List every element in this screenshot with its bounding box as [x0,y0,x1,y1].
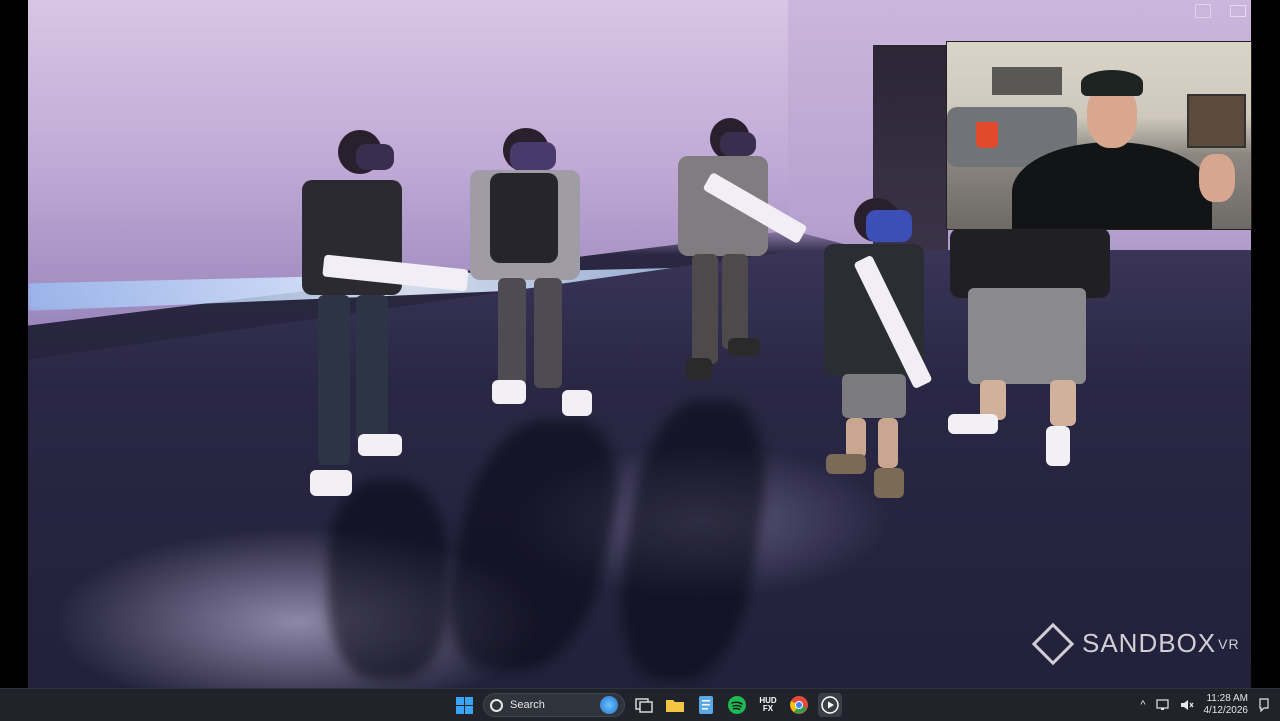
notepad-icon [699,696,713,714]
windows-icon [455,696,473,714]
volume-muted-icon[interactable] [1180,699,1194,711]
logo-text: SANDBOX [1082,628,1217,658]
streamer-body [1012,142,1212,229]
clock[interactable]: 11:28 AM 4/12/2026 [1204,693,1249,717]
media-player-button[interactable] [818,693,842,717]
window-restore-icon[interactable] [1195,4,1211,18]
sandbox-diamond-icon [1031,622,1075,665]
system-tray: ^ 11:28 AM 4/12/2026 [1140,689,1270,721]
search-label: Search [510,699,545,711]
sandbox-vr-logo: SANDBOX VR [1031,622,1240,665]
player-1 [298,130,428,510]
play-icon [821,696,839,714]
taskbar: Search HUD FX ^ 11:28 AM 4/12/2026 [0,688,1280,721]
player-5 [940,228,1110,478]
streamer-hand [1199,154,1235,202]
orange-bucket [976,122,998,148]
task-view-button[interactable] [632,693,656,717]
spotify-icon [728,696,746,714]
network-icon[interactable] [1155,699,1170,711]
hudfx-button[interactable]: HUD FX [756,693,780,717]
pip-icon[interactable] [1230,5,1246,17]
chrome-icon [790,696,808,714]
clock-time: 11:28 AM [1206,693,1248,704]
taskbar-search[interactable]: Search [483,693,625,717]
clock-date: 4/12/2026 [1203,705,1249,716]
notepad-button[interactable] [694,693,718,717]
chevron-up-icon[interactable]: ^ [1140,699,1145,711]
notification-icon[interactable] [1258,698,1270,712]
file-explorer-button[interactable] [663,693,687,717]
taskbar-center: Search HUD FX [452,693,842,717]
start-button[interactable] [452,693,476,717]
streamer-cap [1081,70,1143,96]
aquarium [1187,94,1246,148]
player-4 [818,198,938,498]
chrome-button[interactable] [787,693,811,717]
hudfx-label: HUD FX [759,696,777,713]
folder-icon [666,700,684,712]
player-3 [676,118,786,388]
logo-sup: VR [1218,635,1240,652]
task-view-icon [635,698,653,713]
player-shadow [328,480,448,680]
player-2 [468,128,592,428]
spotify-button[interactable] [725,693,749,717]
search-icon [490,698,503,712]
search-highlight-icon [600,696,618,714]
webcam-overlay [946,41,1252,230]
kitchen-cabinet [992,67,1062,95]
